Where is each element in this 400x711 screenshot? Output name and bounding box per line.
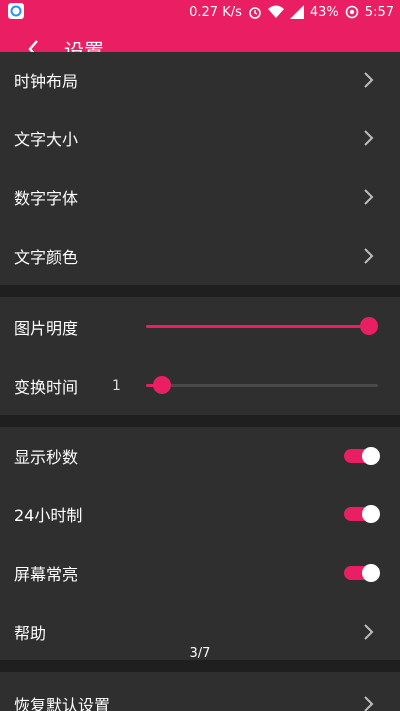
keep-screen-on-toggle[interactable] xyxy=(344,564,380,582)
slider-thumb[interactable] xyxy=(153,376,171,394)
row-label: 文字大小 xyxy=(14,129,79,149)
chevron-right-icon xyxy=(364,72,374,88)
app-icon xyxy=(8,3,24,19)
signal-icon xyxy=(289,5,304,19)
row-label: 24小时制 xyxy=(14,506,83,525)
row-label: 时钟布局 xyxy=(14,72,79,91)
row-label: 显示秒数 xyxy=(14,448,79,467)
section-divider xyxy=(0,415,400,427)
chevron-right-icon xyxy=(364,623,374,640)
row-label: 文字颜色 xyxy=(14,247,79,267)
row-text-size[interactable]: 文字大小 xyxy=(0,108,400,167)
row-reset-defaults[interactable]: 恢复默认设置 xyxy=(0,672,400,711)
network-speed: 0.27 K/s xyxy=(189,4,242,20)
row-image-brightness: 图片明度 xyxy=(0,297,400,356)
slider-fill xyxy=(146,325,369,328)
status-icons: 0.27 K/s 43% 5:57 xyxy=(189,0,394,24)
show-seconds-toggle[interactable] xyxy=(344,447,380,465)
toggle-knob xyxy=(362,564,380,582)
toggle-knob xyxy=(362,447,380,465)
interval-value: 1 xyxy=(112,377,121,394)
battery-text: 43% xyxy=(309,4,339,20)
row-label: 数字字体 xyxy=(14,188,79,208)
row-clock-layout[interactable]: 时钟布局 xyxy=(0,52,400,108)
row-text-color[interactable]: 文字颜色 xyxy=(0,226,400,285)
status-bar: 0.27 K/s 43% 5:57 xyxy=(0,0,400,24)
row-label: 图片明度 xyxy=(14,318,79,338)
chevron-right-icon xyxy=(364,129,374,146)
status-time: 5:57 xyxy=(364,4,394,20)
slider-thumb[interactable] xyxy=(360,317,378,335)
section-divider xyxy=(0,660,400,672)
wifi-icon xyxy=(267,5,284,19)
chevron-right-icon xyxy=(364,188,374,205)
row-label: 恢复默认设置 xyxy=(14,696,111,711)
sync-icon xyxy=(345,5,359,19)
row-24h-format[interactable]: 24小时制 xyxy=(0,485,400,543)
format-24h-toggle[interactable] xyxy=(344,505,380,523)
row-interval: 变换时间 1 xyxy=(0,356,400,415)
row-digit-font[interactable]: 数字字体 xyxy=(0,167,400,226)
row-label: 屏幕常亮 xyxy=(14,565,79,584)
settings-screen: 0.27 K/s 43% 5:57 设置 时钟布局 文字大小 数字字体 文字颜色… xyxy=(0,0,400,711)
section-divider xyxy=(0,285,400,297)
page-indicator: 3/7 xyxy=(189,646,211,661)
alarm-icon xyxy=(248,5,262,19)
row-show-seconds[interactable]: 显示秒数 xyxy=(0,427,400,485)
brightness-slider[interactable] xyxy=(146,317,378,335)
chevron-right-icon xyxy=(364,696,374,711)
row-label: 变换时间 xyxy=(14,377,79,397)
row-keep-screen-on[interactable]: 屏幕常亮 xyxy=(0,543,400,603)
interval-slider[interactable] xyxy=(146,376,378,394)
row-label: 帮助 xyxy=(14,623,47,643)
toggle-knob xyxy=(362,505,380,523)
chevron-right-icon xyxy=(364,247,374,264)
